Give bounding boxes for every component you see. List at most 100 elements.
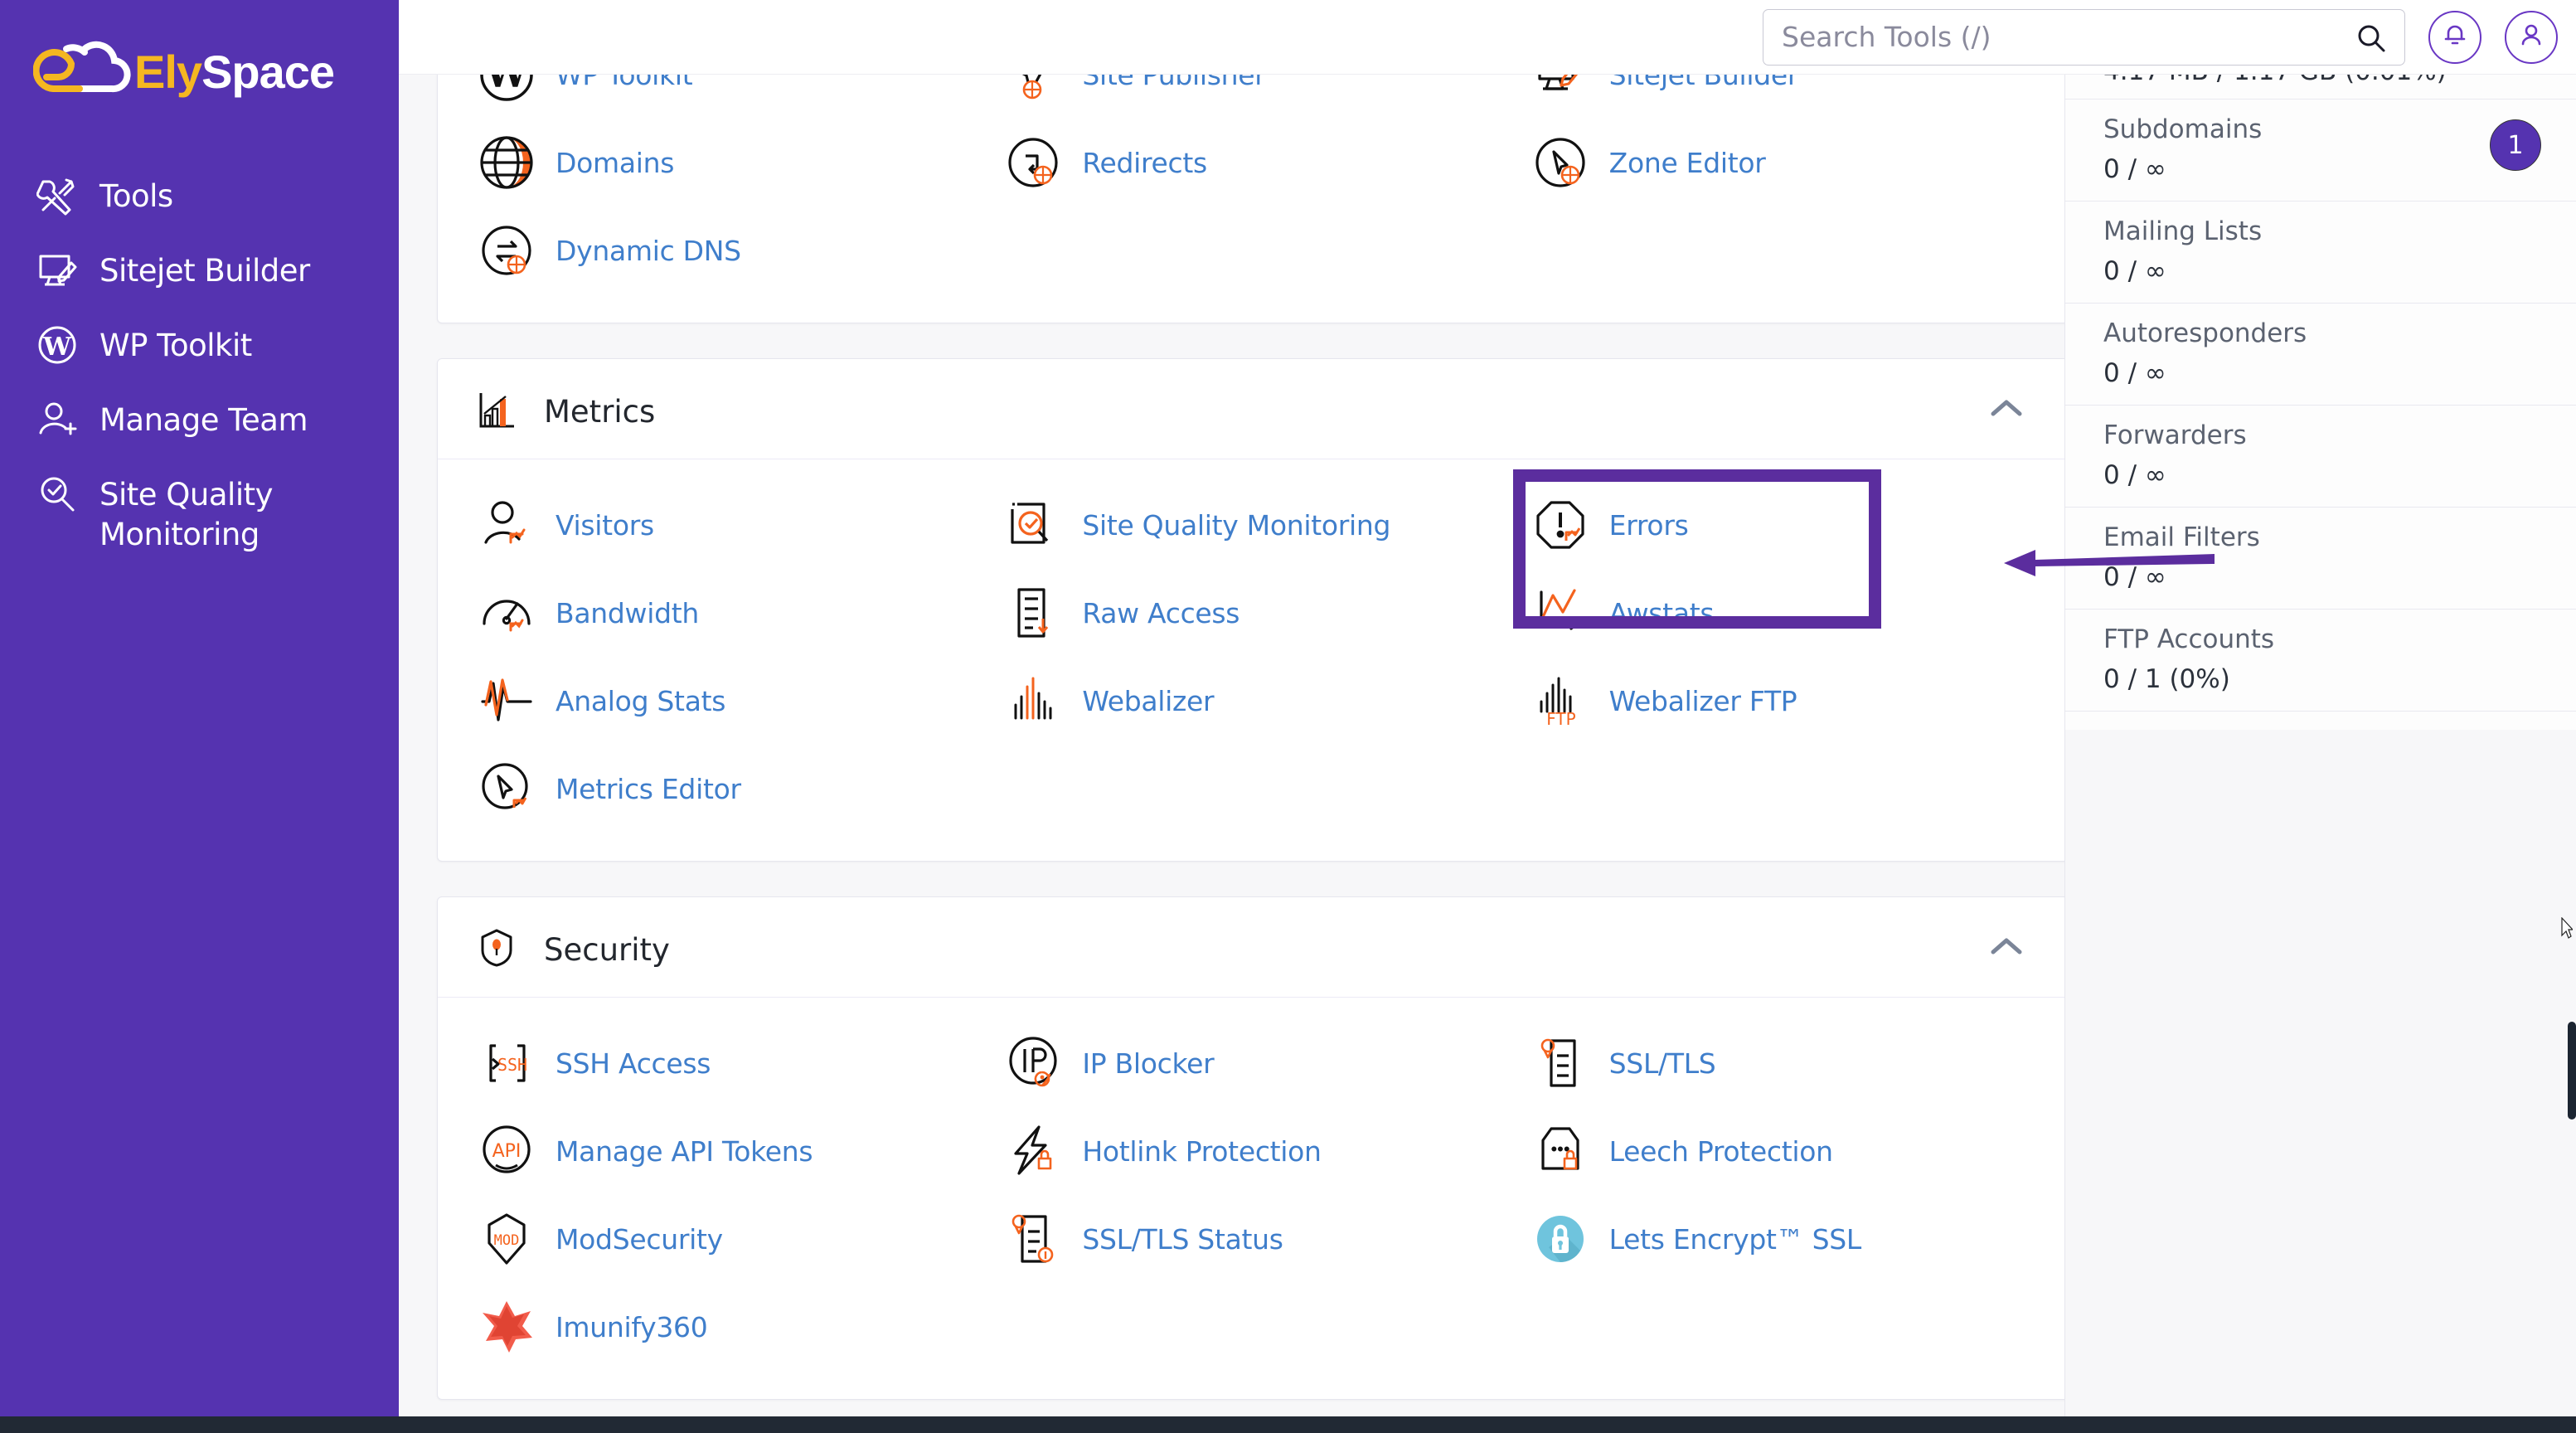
modsecurity-icon: MOD xyxy=(476,1208,537,1270)
tool-label: Dynamic DNS xyxy=(555,234,741,267)
tool-modsecurity[interactable]: MOD ModSecurity xyxy=(463,1195,989,1283)
monitor-pencil-icon xyxy=(36,250,78,291)
user-plus-icon xyxy=(36,399,78,440)
tool-leech-protection[interactable]: ••• Leech Protection xyxy=(1516,1107,2043,1195)
svg-text:MOD: MOD xyxy=(494,1232,520,1249)
tool-label: Bandwidth xyxy=(555,596,699,629)
sidebar-item-manage-team[interactable]: Manage Team xyxy=(0,383,399,458)
tool-manage-api-tokens[interactable]: API Manage API Tokens xyxy=(463,1107,989,1195)
tool-label: Analog Stats xyxy=(555,684,726,717)
tool-errors[interactable]: Errors xyxy=(1512,469,2043,629)
tool-webalizer-ftp[interactable]: FTP Webalizer FTP xyxy=(1516,657,2043,745)
gauge-icon xyxy=(476,582,537,644)
wordpress-icon: W xyxy=(36,324,78,366)
tool-label: Hotlink Protection xyxy=(1082,1134,1322,1168)
tool-ssh-access[interactable]: SSH SSH Access xyxy=(463,1019,989,1107)
tool-awstats[interactable]: Awstats xyxy=(1516,569,2043,657)
tool-grid: Visitors Site Quality Monitoring Errors … xyxy=(438,459,2068,861)
tool-raw-access[interactable]: Raw Access xyxy=(989,569,1516,657)
search-container[interactable] xyxy=(1763,8,2405,66)
webalizer-ftp-icon: FTP xyxy=(1530,670,1591,731)
brand-name-primary: Ely xyxy=(134,45,202,98)
tool-label: Webalizer FTP xyxy=(1608,684,1797,717)
stat-label: Autoresponders xyxy=(2103,318,2307,348)
sidebar-item-sitejet-builder[interactable]: Sitejet Builder xyxy=(0,234,399,308)
vertical-scrollbar-thumb[interactable] xyxy=(2568,1022,2576,1120)
tool-zone-editor[interactable]: Zone Editor xyxy=(1516,119,2043,206)
brand-logo[interactable]: ElySpace xyxy=(0,0,399,116)
sidebar-item-wp-toolkit[interactable]: W WP Toolkit xyxy=(0,308,399,383)
tool-label: Metrics Editor xyxy=(555,772,741,805)
svg-text:W: W xyxy=(42,333,72,362)
tool-label: Imunify360 xyxy=(555,1310,708,1343)
user-icon xyxy=(2517,21,2545,53)
tool-label: Zone Editor xyxy=(1608,146,1766,179)
tool-label: Domains xyxy=(555,146,675,179)
stats-panel-empty-area xyxy=(2065,730,2576,1433)
chevron-up-icon[interactable] xyxy=(1988,397,2025,419)
redirect-icon xyxy=(1002,132,1064,193)
hotlink-icon xyxy=(1002,1120,1064,1182)
stat-row-mailing-lists: Mailing Lists 0 / ∞ xyxy=(2065,202,2576,304)
sidebar-item-site-quality-monitoring[interactable]: Site Quality Monitoring xyxy=(0,458,399,572)
tool-label: SSH Access xyxy=(555,1047,711,1080)
tool-label: Errors xyxy=(1608,508,1689,542)
tool-analog-stats[interactable]: Analog Stats xyxy=(463,657,989,745)
tool-label: Site Quality Monitoring xyxy=(1082,508,1391,542)
tool-dynamic-dns[interactable]: Dynamic DNS xyxy=(463,206,989,294)
dynamic-dns-icon xyxy=(476,220,537,281)
sidebar-nav: Tools Sitejet Builder W WP Toolkit Manag… xyxy=(0,159,399,572)
stat-row-ftp-accounts: FTP Accounts 0 / 1 (0%) xyxy=(2065,610,2576,712)
tool-metrics-editor[interactable]: Metrics Editor xyxy=(463,745,989,833)
tool-label: IP Blocker xyxy=(1082,1047,1215,1080)
tool-ssl-tls[interactable]: SSL/TLS xyxy=(1516,1019,2043,1107)
ssl-status-icon xyxy=(1002,1208,1064,1270)
search-icon[interactable] xyxy=(2356,23,2386,53)
tool-label: Leech Protection xyxy=(1608,1134,1833,1168)
stat-row-autoresponders: Autoresponders 0 / ∞ xyxy=(2065,304,2576,406)
stats-panel: 4.17 MB / 1.17 GB (0.01%) Subdomains 0 /… xyxy=(2064,75,2576,1433)
tool-hotlink-protection[interactable]: Hotlink Protection xyxy=(989,1107,1516,1195)
tools-icon xyxy=(36,175,78,216)
tool-lets-encrypt-ssl[interactable]: Lets Encrypt™ SSL xyxy=(1516,1195,2043,1283)
status-badge[interactable]: 1 xyxy=(2490,119,2541,171)
stat-label: Subdomains xyxy=(2103,114,2263,144)
stat-row-subdomains: Subdomains 0 / ∞ 1 xyxy=(2065,100,2576,202)
svg-text:API: API xyxy=(492,1141,522,1162)
tool-webalizer[interactable]: Webalizer xyxy=(989,657,1516,745)
section-security: Security SSH SSH Access IP Blocker SSL/T… xyxy=(437,896,2069,1400)
stat-value: 0 / ∞ xyxy=(2103,154,2166,184)
stat-label: Email Filters xyxy=(2103,522,2260,552)
visitors-icon xyxy=(476,494,537,556)
notifications-button[interactable] xyxy=(2428,10,2481,64)
svg-text:FTP: FTP xyxy=(1546,709,1575,729)
account-button[interactable] xyxy=(2505,10,2558,64)
ip-blocker-icon xyxy=(1002,1032,1064,1094)
stat-row-email-filters: Email Filters 0 / ∞ xyxy=(2065,508,2576,610)
tool-domains[interactable]: Domains xyxy=(463,119,989,206)
sidebar-item-tools[interactable]: Tools xyxy=(0,159,399,234)
tool-ssl-tls-status[interactable]: SSL/TLS Status xyxy=(989,1195,1516,1283)
app-root: ElySpace Tools Sitejet Builder W WP Tool… xyxy=(0,0,2576,1433)
tool-label: SSL/TLS Status xyxy=(1082,1222,1283,1256)
tool-ip-blocker[interactable]: IP Blocker xyxy=(989,1019,1516,1107)
errors-icon xyxy=(1530,494,1591,556)
tool-redirects[interactable]: Redirects xyxy=(989,119,1516,206)
tool-label: Redirects xyxy=(1082,146,1207,179)
stat-value: 0 / ∞ xyxy=(2103,562,2166,592)
sidebar-label: Tools xyxy=(99,178,173,214)
tool-bandwidth[interactable]: Bandwidth xyxy=(463,569,989,657)
section-title: Metrics xyxy=(544,393,656,430)
mouse-cursor-icon xyxy=(2561,916,2574,939)
tool-site-quality-monitoring[interactable]: Site Quality Monitoring xyxy=(989,481,1516,569)
section-header-security[interactable]: Security xyxy=(438,897,2068,997)
section-metrics: Metrics Visitors Site Quality Monitoring… xyxy=(437,358,2069,862)
main-area: W WP Toolkit xyxy=(399,0,2576,1433)
stat-value: 0 / 1 (0%) xyxy=(2103,664,2230,694)
tool-visitors[interactable]: Visitors xyxy=(463,481,989,569)
tool-imunify360[interactable]: Imunify360 xyxy=(463,1283,989,1371)
leech-icon: ••• xyxy=(1530,1120,1591,1182)
search-input[interactable] xyxy=(1782,21,2386,53)
chevron-up-icon[interactable] xyxy=(1988,935,2025,957)
section-header-metrics[interactable]: Metrics xyxy=(438,359,2068,459)
